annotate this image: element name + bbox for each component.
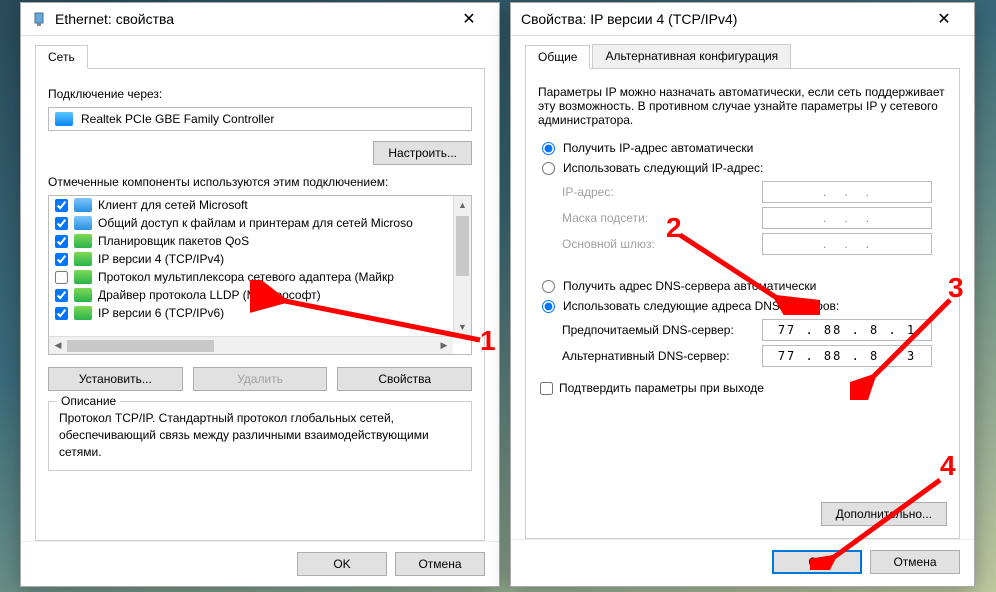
- tabs: Сеть: [35, 44, 485, 69]
- radio-dns-auto-input[interactable]: [542, 280, 555, 293]
- description-title: Описание: [57, 394, 120, 408]
- gw-label: Основной шлюз:: [562, 237, 762, 251]
- horizontal-scrollbar[interactable]: ◀▶: [49, 336, 453, 354]
- validate-checkbox[interactable]: [540, 382, 553, 395]
- close-button[interactable]: ✕: [924, 9, 964, 29]
- component-icon: [74, 306, 92, 320]
- dns1-label: Предпочитаемый DNS-сервер:: [562, 323, 762, 337]
- adapter-field: Realtek PCIe GBE Family Controller: [48, 107, 472, 131]
- ethernet-icon: [31, 11, 47, 27]
- titlebar[interactable]: Ethernet: свойства ✕: [21, 3, 499, 36]
- description-group: Описание Протокол TCP/IP. Стандартный пр…: [48, 401, 472, 471]
- list-item[interactable]: IP версии 4 (TCP/IPv4): [49, 250, 453, 268]
- tab-network[interactable]: Сеть: [35, 45, 88, 69]
- ip-label: IP-адрес:: [562, 185, 762, 199]
- dns2-input[interactable]: 77 . 88 . 8 . 3: [762, 345, 932, 367]
- component-icon: [74, 216, 92, 230]
- window-title: Свойства: IP версии 4 (TCP/IPv4): [521, 11, 924, 27]
- component-icon: [74, 234, 92, 248]
- component-checkbox[interactable]: [55, 217, 68, 230]
- adapter-icon: [55, 112, 73, 126]
- list-item[interactable]: Протокол мультиплексора сетевого адаптер…: [49, 268, 453, 286]
- components-listbox[interactable]: Клиент для сетей Microsoft Общий доступ к…: [48, 195, 472, 355]
- description-text: Протокол TCP/IP. Стандартный протокол гл…: [59, 410, 461, 460]
- gw-input: ...: [762, 233, 932, 255]
- tab-general[interactable]: Общие: [525, 45, 590, 69]
- cancel-button[interactable]: Отмена: [870, 550, 960, 574]
- configure-button[interactable]: Настроить...: [373, 141, 472, 165]
- mask-label: Маска подсети:: [562, 211, 762, 225]
- component-checkbox[interactable]: [55, 235, 68, 248]
- ip-input: ...: [762, 181, 932, 203]
- list-item[interactable]: Драйвер протокола LLDP (Майкрософт): [49, 286, 453, 304]
- component-label: Планировщик пакетов QoS: [98, 234, 249, 248]
- radio-ip-manual[interactable]: Использовать следующий IP-адрес:: [538, 161, 947, 175]
- component-icon: [74, 270, 92, 284]
- component-icon: [74, 198, 92, 212]
- vertical-scrollbar[interactable]: ▲▼: [453, 196, 471, 336]
- dns2-label: Альтернативный DNS-сервер:: [562, 349, 762, 363]
- window-title: Ethernet: свойства: [55, 11, 449, 27]
- mask-input: ...: [762, 207, 932, 229]
- radio-dns-auto[interactable]: Получить адрес DNS-сервера автоматически: [538, 279, 947, 293]
- tab-alternative[interactable]: Альтернативная конфигурация: [592, 44, 791, 68]
- adapter-name: Realtek PCIe GBE Family Controller: [81, 112, 274, 126]
- ethernet-properties-dialog: Ethernet: свойства ✕ Сеть Подключение че…: [20, 2, 500, 587]
- component-icon: [74, 288, 92, 302]
- component-checkbox[interactable]: [55, 253, 68, 266]
- component-checkbox[interactable]: [55, 307, 68, 320]
- dns1-input[interactable]: 77 . 88 . 8 . 1: [762, 319, 932, 341]
- install-button[interactable]: Установить...: [48, 367, 183, 391]
- component-label: IP версии 4 (TCP/IPv4): [98, 252, 224, 266]
- titlebar[interactable]: Свойства: IP версии 4 (TCP/IPv4) ✕: [511, 3, 974, 36]
- radio-ip-manual-input[interactable]: [542, 162, 555, 175]
- info-text: Параметры IP можно назначать автоматичес…: [538, 85, 947, 127]
- ok-button[interactable]: OK: [772, 550, 862, 574]
- component-label: Драйвер протокола LLDP (Майкрософт): [98, 288, 321, 302]
- list-item[interactable]: Общий доступ к файлам и принтерам для се…: [49, 214, 453, 232]
- radio-dns-manual[interactable]: Использовать следующие адреса DNS-сервер…: [538, 299, 947, 313]
- remove-button: Удалить: [193, 367, 328, 391]
- component-checkbox[interactable]: [55, 271, 68, 284]
- radio-ip-auto-input[interactable]: [542, 142, 555, 155]
- advanced-button[interactable]: Дополнительно...: [821, 502, 947, 526]
- radio-ip-auto[interactable]: Получить IP-адрес автоматически: [538, 141, 947, 155]
- list-item[interactable]: IP версии 6 (TCP/IPv6): [49, 304, 453, 322]
- ipv4-properties-dialog: Свойства: IP версии 4 (TCP/IPv4) ✕ Общие…: [510, 2, 975, 587]
- components-label: Отмеченные компоненты используются этим …: [48, 175, 472, 189]
- tabs: Общие Альтернативная конфигурация: [525, 44, 960, 69]
- component-label: Общий доступ к файлам и принтерам для се…: [98, 216, 413, 230]
- properties-button[interactable]: Свойства: [337, 367, 472, 391]
- component-checkbox[interactable]: [55, 199, 68, 212]
- ok-button[interactable]: OK: [297, 552, 387, 576]
- component-checkbox[interactable]: [55, 289, 68, 302]
- component-icon: [74, 252, 92, 266]
- list-item[interactable]: Клиент для сетей Microsoft: [49, 196, 453, 214]
- connect-via-label: Подключение через:: [48, 87, 472, 101]
- list-item[interactable]: Планировщик пакетов QoS: [49, 232, 453, 250]
- validate-checkbox-row[interactable]: Подтвердить параметры при выходе: [538, 381, 947, 395]
- cancel-button[interactable]: Отмена: [395, 552, 485, 576]
- component-label: Клиент для сетей Microsoft: [98, 198, 248, 212]
- component-label: Протокол мультиплексора сетевого адаптер…: [98, 270, 394, 284]
- radio-dns-manual-input[interactable]: [542, 300, 555, 313]
- component-label: IP версии 6 (TCP/IPv6): [98, 306, 224, 320]
- close-button[interactable]: ✕: [449, 9, 489, 29]
